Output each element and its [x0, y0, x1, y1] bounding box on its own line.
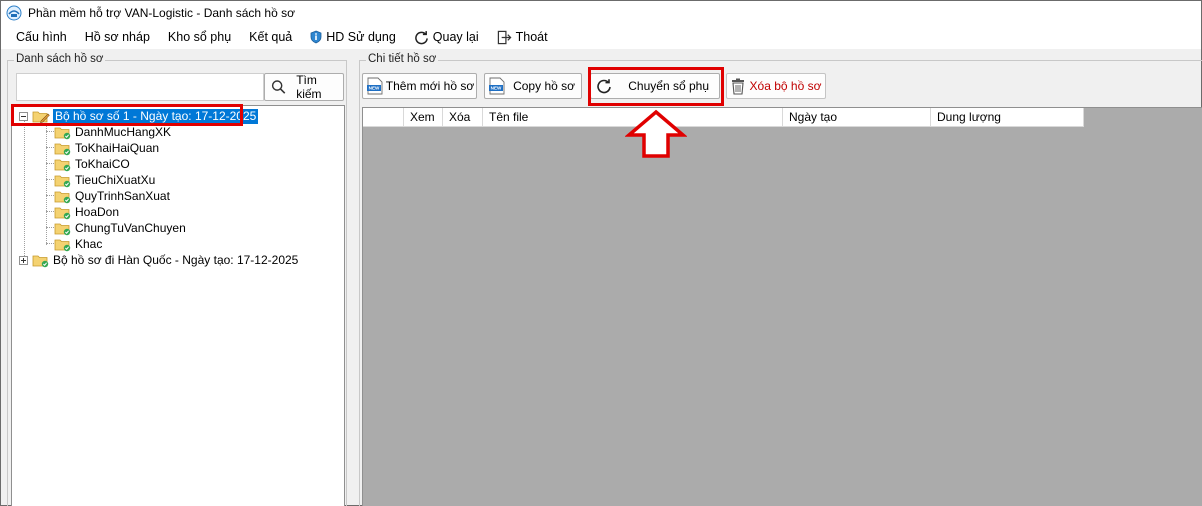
- menu-cau-hinh[interactable]: Cấu hình: [7, 26, 76, 48]
- tree-item-quy-trinh-san-xuat[interactable]: QuyTrinhSanXuat: [54, 188, 170, 204]
- folder-edit-icon: [32, 111, 50, 123]
- folder-check-icon: [54, 239, 71, 251]
- trash-icon: [732, 78, 744, 95]
- folder-check-icon: [54, 159, 71, 171]
- tree-item-khac[interactable]: Khac: [54, 236, 102, 252]
- grid-header-dung-luong[interactable]: Dung lượng: [931, 108, 1084, 127]
- delete-profile-button[interactable]: Xóa bộ hồ sơ: [726, 73, 826, 99]
- refresh-icon: [597, 79, 611, 94]
- tree-item-danh-muc-hang-xk[interactable]: DanhMucHangXK: [54, 124, 171, 140]
- new-document-icon: NEW: [489, 77, 505, 95]
- folder-check-icon: [54, 207, 71, 219]
- grid-header-row-selector: [363, 108, 404, 127]
- info-shield-icon: [310, 30, 322, 44]
- profile-detail-label: Chi tiết hồ sơ: [366, 53, 439, 65]
- grid-header-ngay-tao[interactable]: Ngày tạo: [783, 108, 931, 127]
- menu-bar: Cấu hình Hồ sơ nháp Kho sổ phụ Kết quả H…: [1, 25, 1201, 49]
- svg-text:NEW: NEW: [369, 86, 380, 91]
- folder-check-icon: [54, 191, 71, 203]
- menu-quay-lai[interactable]: Quay lại: [405, 26, 488, 48]
- grid-header: Xem Xóa Tên file Ngày tạo Dung lượng: [363, 108, 1084, 127]
- copy-profile-button[interactable]: NEW Copy hồ sơ: [484, 73, 582, 99]
- grid-header-xoa[interactable]: Xóa: [443, 108, 483, 127]
- tree-item-hoa-don[interactable]: HoaDon: [54, 204, 119, 220]
- search-input[interactable]: [16, 73, 264, 101]
- profile-tree[interactable]: Bộ hồ sơ số 1 - Ngày tạo: 17-12-2025 Dan…: [11, 104, 345, 506]
- add-new-profile-button[interactable]: NEW Thêm mới hồ sơ: [362, 73, 477, 99]
- folder-check-icon: [32, 255, 49, 267]
- svg-text:NEW: NEW: [491, 86, 502, 91]
- grid-header-xem[interactable]: Xem: [404, 108, 443, 127]
- menu-thoat[interactable]: Thoát: [488, 26, 557, 48]
- new-document-icon: NEW: [367, 77, 383, 95]
- menu-ket-qua[interactable]: Kết quả: [240, 26, 301, 48]
- tree-connector: [24, 118, 25, 264]
- app-window: Phần mềm hỗ trợ VAN-Logistic - Danh sách…: [0, 0, 1202, 506]
- folder-check-icon: [54, 175, 71, 187]
- folder-check-icon: [54, 143, 71, 155]
- transfer-ledger-button[interactable]: Chuyển sổ phụ: [590, 73, 720, 99]
- up-arrow-annotation: [625, 109, 687, 158]
- menu-hd-su-dung[interactable]: HD Sử dụng: [301, 26, 405, 48]
- collapse-icon[interactable]: [19, 111, 28, 121]
- exit-door-icon: [497, 30, 512, 45]
- tree-root-ho-so-han-quoc[interactable]: Bộ hồ sơ đi Hàn Quốc - Ngày tạo: 17-12-2…: [19, 252, 298, 268]
- search-button[interactable]: Tìm kiếm: [264, 73, 344, 101]
- window-title: Phần mềm hỗ trợ VAN-Logistic - Danh sách…: [28, 6, 295, 20]
- tree-root-ho-so-1-label: Bộ hồ sơ số 1 - Ngày tạo: 17-12-2025: [53, 108, 259, 124]
- title-bar[interactable]: Phần mềm hỗ trợ VAN-Logistic - Danh sách…: [1, 1, 1201, 25]
- tree-item-tieu-chi-xuat-xu[interactable]: TieuChiXuatXu: [54, 172, 155, 188]
- menu-ho-so-nhap[interactable]: Hồ sơ nháp: [76, 26, 159, 48]
- expand-icon[interactable]: [19, 255, 28, 265]
- refresh-icon: [414, 30, 429, 45]
- profile-list-label: Danh sách hồ sơ: [14, 53, 106, 65]
- search-icon: [271, 80, 286, 94]
- profile-detail-group: Chi tiết hồ sơ NEW Thêm mới hồ sơ NEW Co…: [359, 53, 1202, 506]
- tree-item-to-khai-hai-quan[interactable]: ToKhaiHaiQuan: [54, 140, 159, 156]
- folder-check-icon: [54, 223, 71, 235]
- file-grid[interactable]: Xem Xóa Tên file Ngày tạo Dung lượng: [362, 107, 1202, 506]
- tree-root-ho-so-1[interactable]: Bộ hồ sơ số 1 - Ngày tạo: 17-12-2025: [19, 108, 259, 124]
- folder-check-icon: [54, 127, 71, 139]
- tree-item-chung-tu-van-chuyen[interactable]: ChungTuVanChuyen: [54, 220, 186, 236]
- tree-item-to-khai-co[interactable]: ToKhaiCO: [54, 156, 130, 172]
- profile-list-group: Danh sách hồ sơ Tìm kiếm Bộ hồ sơ số 1 -…: [7, 53, 347, 506]
- menu-kho-so-phu[interactable]: Kho sổ phụ: [159, 26, 240, 48]
- van-logistic-logo-icon: [6, 5, 22, 21]
